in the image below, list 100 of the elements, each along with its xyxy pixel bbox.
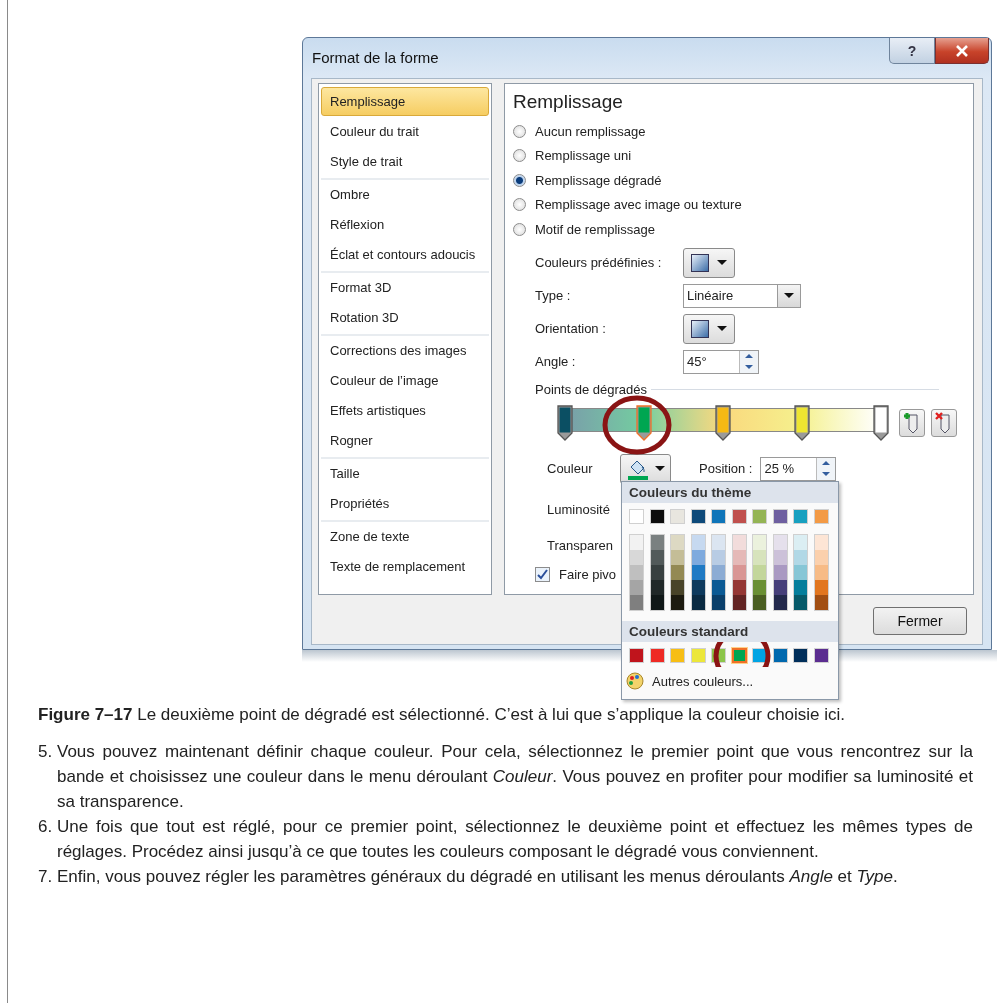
radio-button[interactable]: [513, 149, 526, 163]
color-swatch[interactable]: [732, 580, 746, 595]
color-swatch[interactable]: [753, 580, 766, 595]
color-swatch[interactable]: [773, 595, 787, 610]
category-item[interactable]: Texte de remplacement: [321, 552, 489, 581]
color-swatch[interactable]: [629, 648, 644, 663]
category-item[interactable]: Effets artistiques: [321, 396, 489, 425]
color-swatch[interactable]: [814, 535, 828, 550]
add-stop-button[interactable]: [899, 408, 925, 437]
color-swatch[interactable]: [813, 648, 829, 663]
checkbox[interactable]: [535, 566, 550, 582]
category-item[interactable]: Réflexion: [321, 210, 489, 239]
color-swatch[interactable]: [772, 648, 788, 663]
color-swatch[interactable]: [671, 580, 684, 595]
preset-colors-dropdown[interactable]: [683, 247, 735, 278]
category-item[interactable]: Ombre: [321, 180, 489, 209]
category-item[interactable]: Couleur de l’image: [321, 366, 489, 395]
color-swatch[interactable]: [691, 595, 705, 610]
color-swatch[interactable]: [630, 550, 643, 565]
help-button[interactable]: ?: [889, 38, 935, 64]
color-swatch[interactable]: [814, 565, 828, 580]
color-swatch[interactable]: [650, 550, 664, 565]
angle-spinner[interactable]: 45°: [683, 349, 759, 374]
color-swatch[interactable]: [630, 580, 643, 595]
color-dropdown[interactable]: [620, 453, 671, 484]
category-item[interactable]: Corrections des images: [321, 336, 489, 365]
radio-button[interactable]: [513, 124, 526, 138]
color-swatch[interactable]: [630, 595, 643, 610]
color-swatch[interactable]: [670, 509, 685, 524]
more-colors-item[interactable]: Autres couleurs...: [622, 667, 838, 695]
category-item[interactable]: Éclat et contours adoucis: [321, 240, 489, 269]
color-swatch[interactable]: [712, 580, 725, 595]
color-swatch[interactable]: [773, 550, 787, 565]
color-swatch[interactable]: [650, 535, 664, 550]
category-item[interactable]: Couleur du trait: [321, 117, 489, 146]
close-dialog-button[interactable]: Fermer: [873, 607, 967, 635]
gradient-stop[interactable]: [715, 404, 731, 441]
color-swatch[interactable]: [732, 595, 746, 610]
color-swatch[interactable]: [671, 550, 684, 565]
color-swatch[interactable]: [712, 550, 725, 565]
color-swatch[interactable]: [753, 550, 766, 565]
color-swatch[interactable]: [773, 580, 787, 595]
category-item[interactable]: Style de trait: [321, 147, 489, 176]
color-swatch[interactable]: [671, 595, 684, 610]
color-swatch[interactable]: [752, 509, 767, 524]
gradient-stop[interactable]: [873, 404, 889, 441]
radio-button[interactable]: [513, 173, 526, 187]
color-swatch[interactable]: [814, 595, 828, 610]
category-item[interactable]: Format 3D: [321, 273, 489, 302]
category-item[interactable]: Zone de texte: [321, 522, 489, 551]
color-swatch[interactable]: [630, 535, 643, 550]
color-swatch[interactable]: [650, 580, 664, 595]
color-swatch[interactable]: [691, 580, 705, 595]
color-swatch[interactable]: [711, 509, 726, 524]
color-swatch[interactable]: [671, 535, 684, 550]
color-swatch[interactable]: [753, 565, 766, 580]
color-swatch[interactable]: [650, 565, 664, 580]
orientation-dropdown[interactable]: [683, 313, 735, 344]
radio-button[interactable]: [513, 222, 526, 236]
color-swatch[interactable]: [690, 648, 706, 663]
color-swatch[interactable]: [670, 648, 685, 663]
color-swatch[interactable]: [712, 595, 725, 610]
color-swatch[interactable]: [773, 535, 787, 550]
color-swatch[interactable]: [650, 595, 664, 610]
color-swatch[interactable]: [794, 550, 807, 565]
color-swatch[interactable]: [731, 509, 747, 524]
gradient-stop[interactable]: [557, 404, 573, 441]
gradient-stop[interactable]: [794, 404, 810, 441]
color-swatch[interactable]: [732, 565, 746, 580]
color-swatch[interactable]: [630, 565, 643, 580]
color-swatch[interactable]: [772, 509, 788, 524]
color-swatch[interactable]: [732, 550, 746, 565]
color-swatch[interactable]: [794, 595, 807, 610]
color-swatch[interactable]: [732, 535, 746, 550]
category-item[interactable]: Propriétés: [321, 489, 489, 518]
color-swatch[interactable]: [753, 535, 766, 550]
close-button[interactable]: [935, 38, 989, 64]
position-spinner[interactable]: 25 %: [760, 456, 837, 481]
category-item[interactable]: Rogner: [321, 426, 489, 455]
color-swatch[interactable]: [691, 535, 705, 550]
color-swatch[interactable]: [712, 535, 725, 550]
color-swatch[interactable]: [793, 509, 808, 524]
color-swatch[interactable]: [629, 509, 644, 524]
color-swatch[interactable]: [793, 648, 808, 663]
radio-button[interactable]: [513, 198, 526, 212]
color-swatch[interactable]: [814, 580, 828, 595]
remove-stop-button[interactable]: [931, 408, 957, 437]
color-swatch[interactable]: [794, 535, 807, 550]
color-swatch[interactable]: [671, 565, 684, 580]
type-dropdown[interactable]: Linéaire: [683, 283, 801, 308]
color-swatch[interactable]: [649, 509, 665, 524]
color-swatch[interactable]: [794, 580, 807, 595]
color-swatch[interactable]: [753, 595, 766, 610]
category-item[interactable]: Taille: [321, 459, 489, 488]
color-swatch[interactable]: [814, 550, 828, 565]
color-swatch[interactable]: [690, 509, 706, 524]
category-item[interactable]: Rotation 3D: [321, 303, 489, 332]
color-swatch[interactable]: [813, 509, 829, 524]
color-swatch[interactable]: [649, 648, 665, 663]
color-swatch[interactable]: [794, 565, 807, 580]
